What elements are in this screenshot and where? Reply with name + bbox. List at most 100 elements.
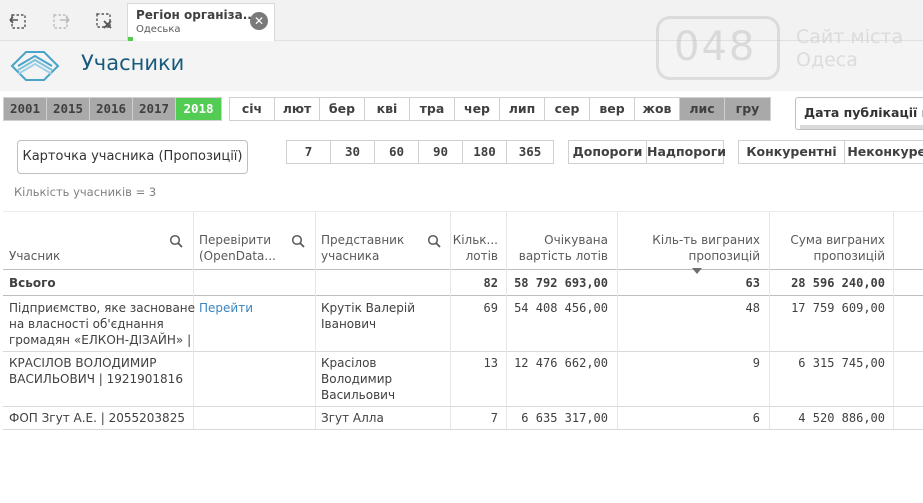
month-option-гру[interactable]: гру <box>725 98 770 120</box>
participant-name-line: на власності об'єднання <box>9 317 164 331</box>
expected-value: 6 635 317,00 <box>521 411 608 425</box>
participant-name[interactable]: Підприємство, яке засноване на власності… <box>9 300 195 348</box>
row-divider <box>3 406 923 407</box>
days-option-90[interactable]: 90 <box>419 141 463 163</box>
header-divider <box>3 269 923 270</box>
column-header-check-line1: Перевірити <box>199 233 272 247</box>
clear-selections-icon[interactable] <box>91 8 117 34</box>
expected-value: 12 476 662,00 <box>514 356 608 370</box>
month-option-лют[interactable]: лют <box>275 98 320 120</box>
row-divider <box>3 351 923 352</box>
column-header-check-line2: (OpenData... <box>199 249 276 263</box>
year-option-2017[interactable]: 2017 <box>133 98 176 120</box>
column-header-expected-value[interactable]: Очікувана вартість лотів <box>508 232 608 264</box>
row-divider <box>3 429 923 430</box>
back-icon[interactable] <box>5 8 31 34</box>
days-option-60[interactable]: 60 <box>375 141 419 163</box>
representative-name-line: Васильович <box>321 388 396 402</box>
participant-name[interactable]: КРАСІЛОВ ВОЛОДИМИР ВАСИЛЬОВИЧ | 19219018… <box>9 355 183 387</box>
days-filter: 7 30 60 90 180 365 <box>286 140 554 164</box>
lots-count: 69 <box>483 301 498 315</box>
opendata-link[interactable]: Перейти <box>199 300 253 316</box>
publication-date-filter[interactable]: Дата публікації проп <box>795 97 923 130</box>
column-header-expected-line2: вартість лотів <box>518 249 608 263</box>
participant-name-line: ФОП Згут А.Е. | 2055203825 <box>9 411 185 425</box>
representative-name-line: Іванович <box>321 317 377 331</box>
column-divider <box>506 211 507 429</box>
participant-name-line: громадян «ЕЛКОН-ДІЗАЙН» | <box>9 333 192 347</box>
month-option-сер[interactable]: сер <box>545 98 590 120</box>
threshold-filter: Допороги Надпороги <box>568 140 726 164</box>
publication-date-scrollbar <box>800 125 923 129</box>
won-count: 9 <box>752 356 760 370</box>
month-option-січ[interactable]: січ <box>230 98 275 120</box>
days-option-30[interactable]: 30 <box>331 141 375 163</box>
month-option-кві[interactable]: кві <box>365 98 410 120</box>
competition-option-неконкурен[interactable]: Неконкурен <box>845 141 923 163</box>
year-option-2018[interactable]: 2018 <box>176 98 221 120</box>
participants-count: Кількість учасників = 3 <box>14 185 157 199</box>
column-divider <box>315 211 316 429</box>
competition-filter: КонкурентніНеконкурен <box>738 140 923 164</box>
column-divider <box>617 211 618 429</box>
representative-name[interactable]: Згут Алла <box>321 410 384 426</box>
threshold-option-допороги[interactable]: Допороги <box>569 141 647 163</box>
month-option-чер[interactable]: чер <box>455 98 500 120</box>
competition-option-конкурентні[interactable]: Конкурентні <box>739 141 845 163</box>
column-header-won-line1: Кіль-ть виграних <box>652 233 760 247</box>
column-header-sum-line2: пропозицій <box>813 249 885 263</box>
year-option-2001[interactable]: 2001 <box>4 98 47 120</box>
representative-name-line: Крутік Валерій <box>321 301 416 315</box>
selections-toolbar: Регіон організа... Одеська ✕ <box>0 0 923 41</box>
year-filter: 2001 2015 2016 2017 2018 <box>3 97 222 121</box>
won-count: 6 <box>752 411 760 425</box>
threshold-option-надпороги[interactable]: Надпороги <box>647 141 726 163</box>
column-header-lots-line2: лотів <box>465 249 498 263</box>
publication-date-label: Дата публікації проп <box>804 105 923 120</box>
participant-card-button[interactable]: Карточка учасника (Пропозиції) <box>17 140 248 174</box>
selection-tab-region[interactable]: Регіон організа... Одеська ✕ <box>127 3 275 41</box>
search-icon[interactable] <box>169 234 183 248</box>
column-header-check[interactable]: Перевірити (OpenData... <box>199 232 276 264</box>
sort-descending-icon <box>692 268 702 274</box>
search-icon[interactable] <box>291 234 305 248</box>
totals-sum: 28 596 240,00 <box>791 276 885 290</box>
column-divider <box>450 211 451 429</box>
representative-name[interactable]: Крутік Валерій Іванович <box>321 300 415 332</box>
totals-expected: 58 792 693,00 <box>514 276 608 290</box>
column-header-won-count[interactable]: Кіль-ть виграних пропозицій <box>619 232 760 264</box>
column-header-representative-line1: Представник <box>321 233 405 247</box>
month-option-вер[interactable]: вер <box>590 98 635 120</box>
column-divider <box>893 211 894 429</box>
month-option-бер[interactable]: бер <box>320 98 365 120</box>
search-icon[interactable] <box>427 234 441 248</box>
month-option-жов[interactable]: жов <box>635 98 680 120</box>
column-header-won-sum[interactable]: Сума виграних пропозицій <box>771 232 885 264</box>
year-option-2016[interactable]: 2016 <box>90 98 133 120</box>
days-option-365[interactable]: 365 <box>507 141 553 163</box>
participant-name-line: ВАСИЛЬОВИЧ | 1921901816 <box>9 372 183 386</box>
won-sum: 17 759 609,00 <box>791 301 885 315</box>
column-header-representative[interactable]: Представник учасника <box>321 232 404 264</box>
column-header-won-line2: пропозицій <box>688 249 760 263</box>
totals-label: Всього <box>9 276 56 290</box>
totals-lots: 82 <box>483 276 498 290</box>
days-option-180[interactable]: 180 <box>463 141 507 163</box>
column-header-lots[interactable]: Кільк... лотів <box>452 232 498 264</box>
days-option-7[interactable]: 7 <box>287 141 331 163</box>
year-option-2015[interactable]: 2015 <box>47 98 90 120</box>
column-header-participant[interactable]: Учасник <box>9 248 60 264</box>
participant-name-line: КРАСІЛОВ ВОЛОДИМИР <box>9 356 157 370</box>
month-option-лип[interactable]: лип <box>500 98 545 120</box>
won-sum: 4 520 886,00 <box>798 411 885 425</box>
representative-name[interactable]: Красілов Володимир Васильович <box>321 355 395 403</box>
forward-icon[interactable] <box>48 8 74 34</box>
lots-count: 13 <box>483 356 498 370</box>
month-option-лис[interactable]: лис <box>680 98 725 120</box>
participant-name[interactable]: ФОП Згут А.Е. | 2055203825 <box>9 410 185 426</box>
totals-won: 63 <box>745 276 760 290</box>
close-icon[interactable]: ✕ <box>250 12 268 30</box>
month-option-тра[interactable]: тра <box>410 98 455 120</box>
representative-name-line: Згут Алла <box>321 411 384 425</box>
month-filter: січ лют бер кві тра чер лип сер вер жов лис гру <box>229 97 771 121</box>
